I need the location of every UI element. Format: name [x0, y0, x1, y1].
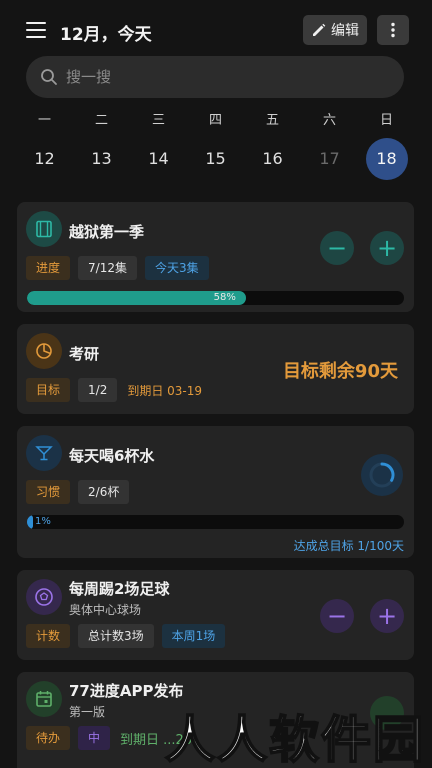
day-tue[interactable]: 二 13 — [73, 110, 130, 180]
date-label[interactable]: 15 — [195, 138, 237, 180]
progress-count-chip: 2/6杯 — [78, 480, 130, 504]
week-count-chip: 本周1场 — [161, 624, 226, 648]
football-icon — [26, 579, 62, 615]
weekday-label: 五 — [265, 113, 279, 128]
category-chip: 进度 — [26, 256, 71, 280]
date-label[interactable]: 14 — [138, 138, 180, 180]
category-chip: 习惯 — [26, 480, 71, 504]
task-card-prison-break[interactable]: 越狱第一季 − + 进度 7/12集 今天3集 58% — [17, 202, 414, 312]
total-count-chip: 总计数3场 — [78, 624, 154, 648]
progress-count-chip: 1/2 — [78, 378, 118, 402]
cocktail-icon — [26, 435, 62, 471]
progress-bar: 58% — [27, 291, 404, 305]
hamburger-menu-icon[interactable] — [26, 22, 46, 38]
progress-bar: 1% — [27, 515, 404, 529]
increment-button[interactable]: + — [370, 231, 404, 265]
day-wed[interactable]: 三 14 — [130, 110, 187, 180]
date-label[interactable]: 12 — [24, 138, 66, 180]
total-goal-text: 达成总目标 1/100天 — [293, 539, 404, 553]
card-title: 每天喝6杯水 — [69, 447, 155, 465]
day-thu[interactable]: 四 15 — [187, 110, 244, 180]
weekday-label: 一 — [37, 113, 51, 128]
task-card-exam[interactable]: 考研 目标剩余90天 目标 1/2 到期日 03-19 — [17, 324, 414, 414]
goal-remaining-text: 目标剩余90天 — [282, 361, 398, 382]
card-subtitle: 第一版 — [69, 705, 106, 719]
habit-progress-ring[interactable] — [360, 453, 404, 497]
priority-chip: 中 — [78, 726, 111, 750]
progress-percent: 1% — [35, 516, 51, 527]
week-strip: 一 12 二 13 三 14 四 15 五 16 六 17 日 18 — [16, 110, 416, 180]
category-chip: 目标 — [26, 378, 71, 402]
category-chip: 待办 — [26, 726, 71, 750]
decrement-button[interactable]: − — [320, 231, 354, 265]
date-label[interactable]: 17 — [309, 138, 351, 180]
date-label[interactable]: 13 — [81, 138, 123, 180]
weekday-label: 六 — [322, 113, 336, 128]
progress-fill — [27, 515, 33, 529]
card-title: 考研 — [69, 345, 100, 363]
card-chips: 习惯 2/6杯 — [26, 480, 130, 504]
card-chips: 目标 1/2 到期日 03-19 — [26, 378, 202, 402]
card-title: 77进度APP发布 — [69, 682, 184, 700]
top-bar: 12月，今天 编辑 — [0, 0, 432, 60]
watermark-text: 人人软件园 — [164, 710, 425, 768]
decrement-button[interactable]: − — [320, 599, 354, 633]
date-label[interactable]: 16 — [252, 138, 294, 180]
edit-button-label: 编辑 — [331, 23, 359, 39]
weekday-label: 三 — [151, 113, 165, 128]
category-chip: 计数 — [26, 624, 71, 648]
more-vertical-icon — [391, 22, 395, 38]
calendar-icon — [26, 681, 62, 717]
increment-button[interactable]: + — [370, 599, 404, 633]
weekday-label: 日 — [379, 113, 393, 128]
today-count-chip: 今天3集 — [144, 256, 209, 280]
task-card-drink-water[interactable]: 每天喝6杯水 习惯 2/6杯 1% 达成总目标 1/100天 — [17, 426, 414, 558]
card-chips: 计数 总计数3场 本周1场 — [26, 624, 226, 648]
day-mon[interactable]: 一 12 — [16, 110, 73, 180]
pie-chart-icon — [26, 333, 62, 369]
day-fri[interactable]: 五 16 — [244, 110, 301, 180]
due-date: 到期日 03-19 — [127, 383, 203, 398]
day-sun[interactable]: 日 18 — [358, 110, 415, 180]
edit-button[interactable]: 编辑 — [303, 15, 367, 45]
selected-date[interactable]: 18 — [365, 138, 408, 180]
card-chips: 进度 7/12集 今天3集 — [26, 256, 209, 280]
search-bar[interactable] — [26, 56, 404, 98]
pencil-icon — [313, 23, 326, 36]
card-title: 每周踢2场足球 — [69, 580, 170, 598]
film-icon — [26, 211, 62, 247]
search-icon — [41, 69, 57, 85]
day-sat[interactable]: 六 17 — [301, 110, 358, 180]
page-title: 12月，今天 — [60, 25, 152, 45]
task-card-football[interactable]: 每周踢2场足球 奥体中心球场 − + 计数 总计数3场 本周1场 — [17, 570, 414, 660]
more-options-button[interactable] — [377, 15, 409, 45]
card-subtitle: 奥体中心球场 — [69, 603, 142, 617]
search-input[interactable] — [66, 68, 366, 86]
weekday-label: 四 — [208, 113, 222, 128]
progress-count-chip: 7/12集 — [78, 256, 137, 280]
progress-percent: 58% — [213, 292, 236, 303]
weekday-label: 二 — [94, 113, 108, 128]
card-title: 越狱第一季 — [69, 223, 145, 241]
